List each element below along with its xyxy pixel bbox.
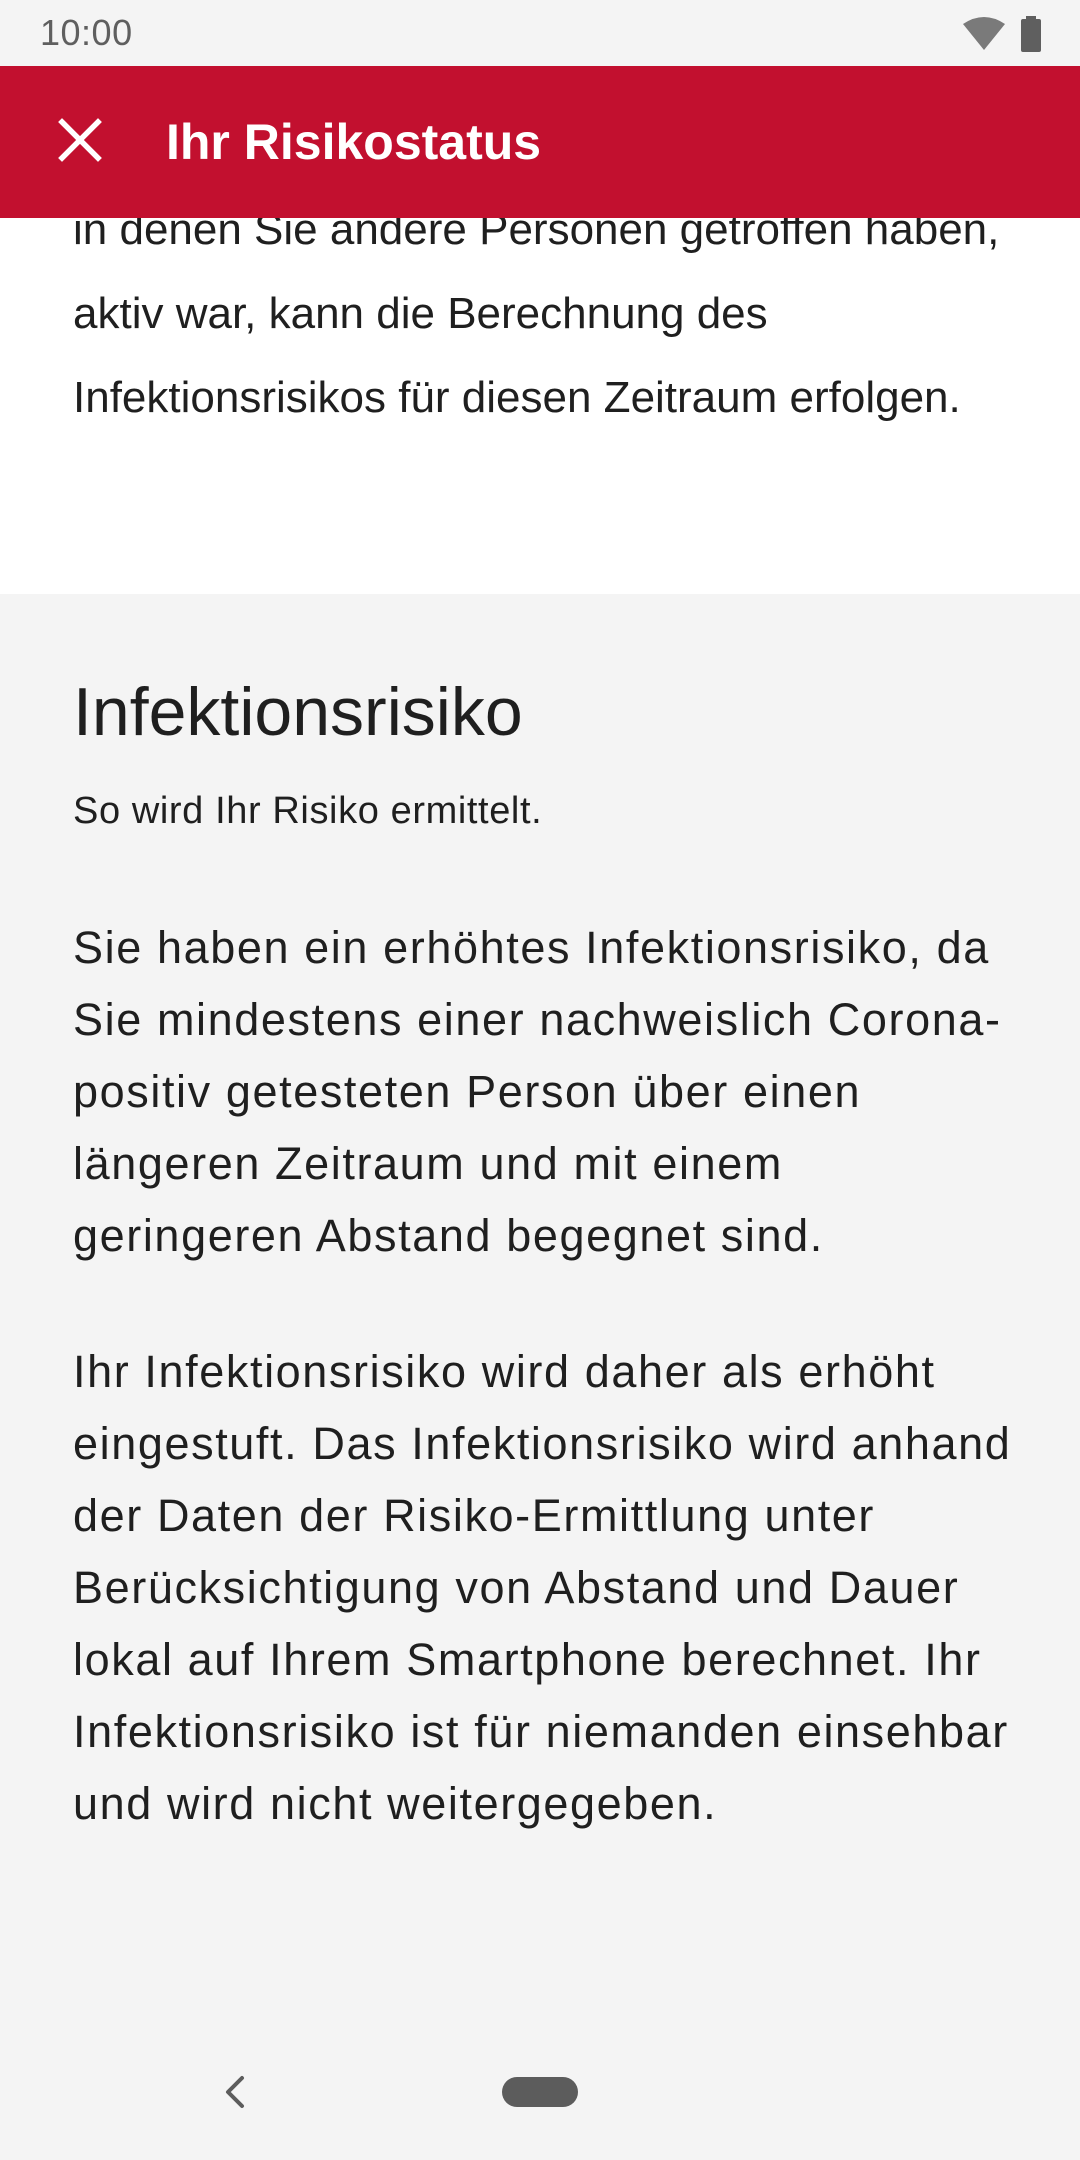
- close-icon: [58, 117, 102, 167]
- section-subtitle: So wird Ihr Risiko ermittelt.: [73, 790, 543, 832]
- home-pill-icon[interactable]: [502, 2077, 578, 2107]
- system-nav-bar: [0, 2034, 1080, 2160]
- close-button[interactable]: [44, 106, 116, 178]
- intro-card: in denen Sie andere Personen getroffen h…: [0, 218, 1080, 594]
- status-time: 10:00: [40, 12, 133, 53]
- risk-explanation-paragraph: Sie haben ein erhöhtes Infektionsrisiko,…: [73, 922, 1002, 1261]
- status-bar: 10:00: [0, 0, 1080, 66]
- wifi-icon: [962, 16, 1006, 52]
- scroll-content[interactable]: in denen Sie andere Personen getroffen h…: [0, 218, 1080, 2034]
- screen: 10:00 Ihr Risikostatus in denen Sie ande…: [0, 0, 1080, 2160]
- battery-icon: [1020, 16, 1042, 52]
- risk-calculation-paragraph: Ihr Infektionsrisiko wird daher als erhö…: [73, 1346, 1012, 1829]
- intro-text: in denen Sie andere Personen getroffen h…: [73, 218, 1000, 422]
- section-title: Infektionsrisiko: [73, 674, 523, 750]
- infection-risk-section: Infektionsrisiko So wird Ihr Risiko ermi…: [0, 594, 1080, 2034]
- back-icon[interactable]: [214, 2070, 258, 2114]
- app-toolbar: Ihr Risikostatus: [0, 66, 1080, 218]
- status-icons: [962, 14, 1042, 54]
- toolbar-title: Ihr Risikostatus: [166, 114, 542, 170]
